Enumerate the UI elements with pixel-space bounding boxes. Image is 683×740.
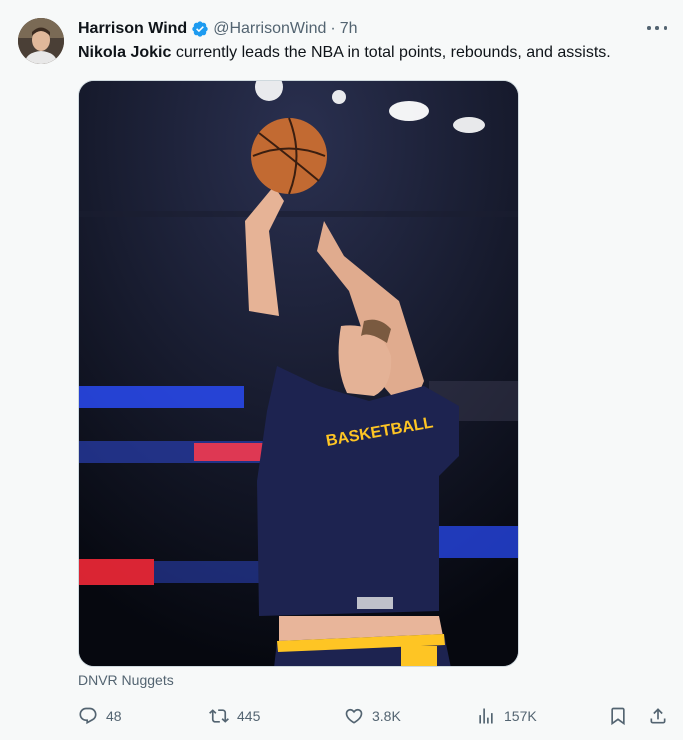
views-icon <box>479 708 493 724</box>
tweet-text: Nikola Jokic currently leads the NBA in … <box>78 42 673 64</box>
tweet-timestamp[interactable]: 7h <box>340 20 358 38</box>
reply-button[interactable]: 48 <box>78 703 122 729</box>
tweet-header: Harrison Wind @HarrisonWind · 7h <box>78 17 663 41</box>
share-button[interactable] <box>648 703 668 729</box>
media-source[interactable]: DNVR Nuggets <box>78 672 174 688</box>
repost-button[interactable]: 445 <box>209 703 260 729</box>
repost-icon <box>209 709 229 723</box>
share-icon <box>650 708 666 724</box>
reply-count: 48 <box>106 708 122 724</box>
repost-count: 445 <box>237 708 261 724</box>
bookmark-icon <box>611 707 625 726</box>
separator-dot: · <box>330 20 336 37</box>
tweet-photo[interactable]: BASKETBALL <box>78 80 519 667</box>
tweet-actions: 48 445 3.8K 157K <box>78 703 669 729</box>
tweet[interactable]: Harrison Wind @HarrisonWind · 7h Nikola … <box>0 0 683 740</box>
tweet-body: currently leads the NBA in total points,… <box>171 44 611 61</box>
author-name[interactable]: Harrison Wind <box>78 20 187 38</box>
tweet-mention: Nikola Jokic <box>78 44 172 61</box>
like-icon <box>345 708 363 724</box>
author-avatar[interactable] <box>18 18 64 64</box>
verified-badge-icon <box>191 20 209 38</box>
bookmark-button[interactable] <box>608 703 628 729</box>
like-count: 3.8K <box>372 708 401 724</box>
more-icon[interactable] <box>647 20 667 36</box>
author-handle[interactable]: @HarrisonWind <box>213 20 326 38</box>
like-button[interactable]: 3.8K <box>344 703 401 729</box>
reply-icon <box>79 707 97 725</box>
views-button[interactable]: 157K <box>476 703 537 729</box>
views-count: 157K <box>504 708 537 724</box>
